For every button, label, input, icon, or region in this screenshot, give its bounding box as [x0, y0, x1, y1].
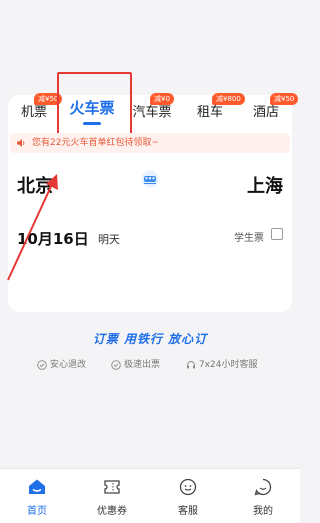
service-icon	[179, 478, 197, 496]
feature-label: 7x24小时客服	[199, 360, 258, 370]
slogan: 订票 用铁行 放心订	[92, 332, 208, 346]
feature-label: 极速出票	[124, 360, 161, 370]
feature-label: 安心退改	[50, 360, 87, 370]
nav-customer-service[interactable]: 客服	[158, 469, 218, 523]
speaker-icon	[17, 139, 25, 147]
coupon-icon	[104, 480, 120, 494]
annotation-highlight-box	[57, 72, 132, 136]
tab-badge: 减¥50	[270, 93, 299, 105]
nav-label: 我的	[253, 506, 273, 517]
tab-badge: 减¥0	[150, 93, 174, 105]
clock-icon	[111, 360, 121, 370]
page: 减¥50 机票 火车票 减¥0 汽车票 减¥800 租车 减¥50 酒店 您有2…	[0, 0, 300, 523]
tab-flights[interactable]: 减¥50 机票	[14, 93, 63, 131]
feature-list: 安心退改 极速出票 7x24小时客服	[0, 357, 300, 373]
tab-label: 机票	[20, 105, 47, 120]
tab-car-rental[interactable]: 减¥800 租车	[190, 93, 245, 131]
nav-label: 客服	[178, 506, 198, 517]
date-relative-label: 明天	[98, 233, 120, 246]
nav-home[interactable]: 首页	[7, 469, 67, 523]
nav-coupons[interactable]: 优惠券	[82, 469, 142, 523]
annotation-arrow	[7, 174, 58, 281]
nav-label: 优惠券	[97, 506, 127, 517]
nav-label: 首页	[27, 506, 47, 517]
home-icon	[29, 479, 45, 494]
coupon-notice[interactable]: 您有22元火车首单红包待领取~	[10, 133, 290, 153]
headset-icon	[187, 361, 195, 369]
category-tabs: 减¥50 机票 火车票 减¥0 汽车票 减¥800 租车 减¥50 酒店	[0, 93, 300, 131]
student-ticket-checkbox[interactable]	[271, 228, 283, 240]
tab-label: 租车	[196, 105, 223, 120]
train-swap-icon[interactable]	[141, 170, 159, 188]
notice-text: 您有22元火车首单红包待领取~	[32, 138, 159, 148]
tab-label: 酒店	[252, 105, 279, 120]
tab-label: 汽车票	[132, 105, 172, 120]
tab-hotels[interactable]: 减¥50 酒店	[246, 93, 299, 131]
bottom-nav: 首页 优惠券 客服 我的	[0, 468, 300, 523]
tab-badge: 减¥800	[212, 93, 245, 105]
tab-bus-tickets[interactable]: 减¥0 汽车票	[130, 93, 174, 131]
student-ticket-label: 学生票	[234, 233, 264, 244]
nav-profile[interactable]: 我的	[233, 469, 293, 523]
shield-check-icon	[37, 360, 47, 370]
profile-icon	[254, 478, 272, 496]
arrival-city[interactable]: 上海	[247, 172, 283, 198]
